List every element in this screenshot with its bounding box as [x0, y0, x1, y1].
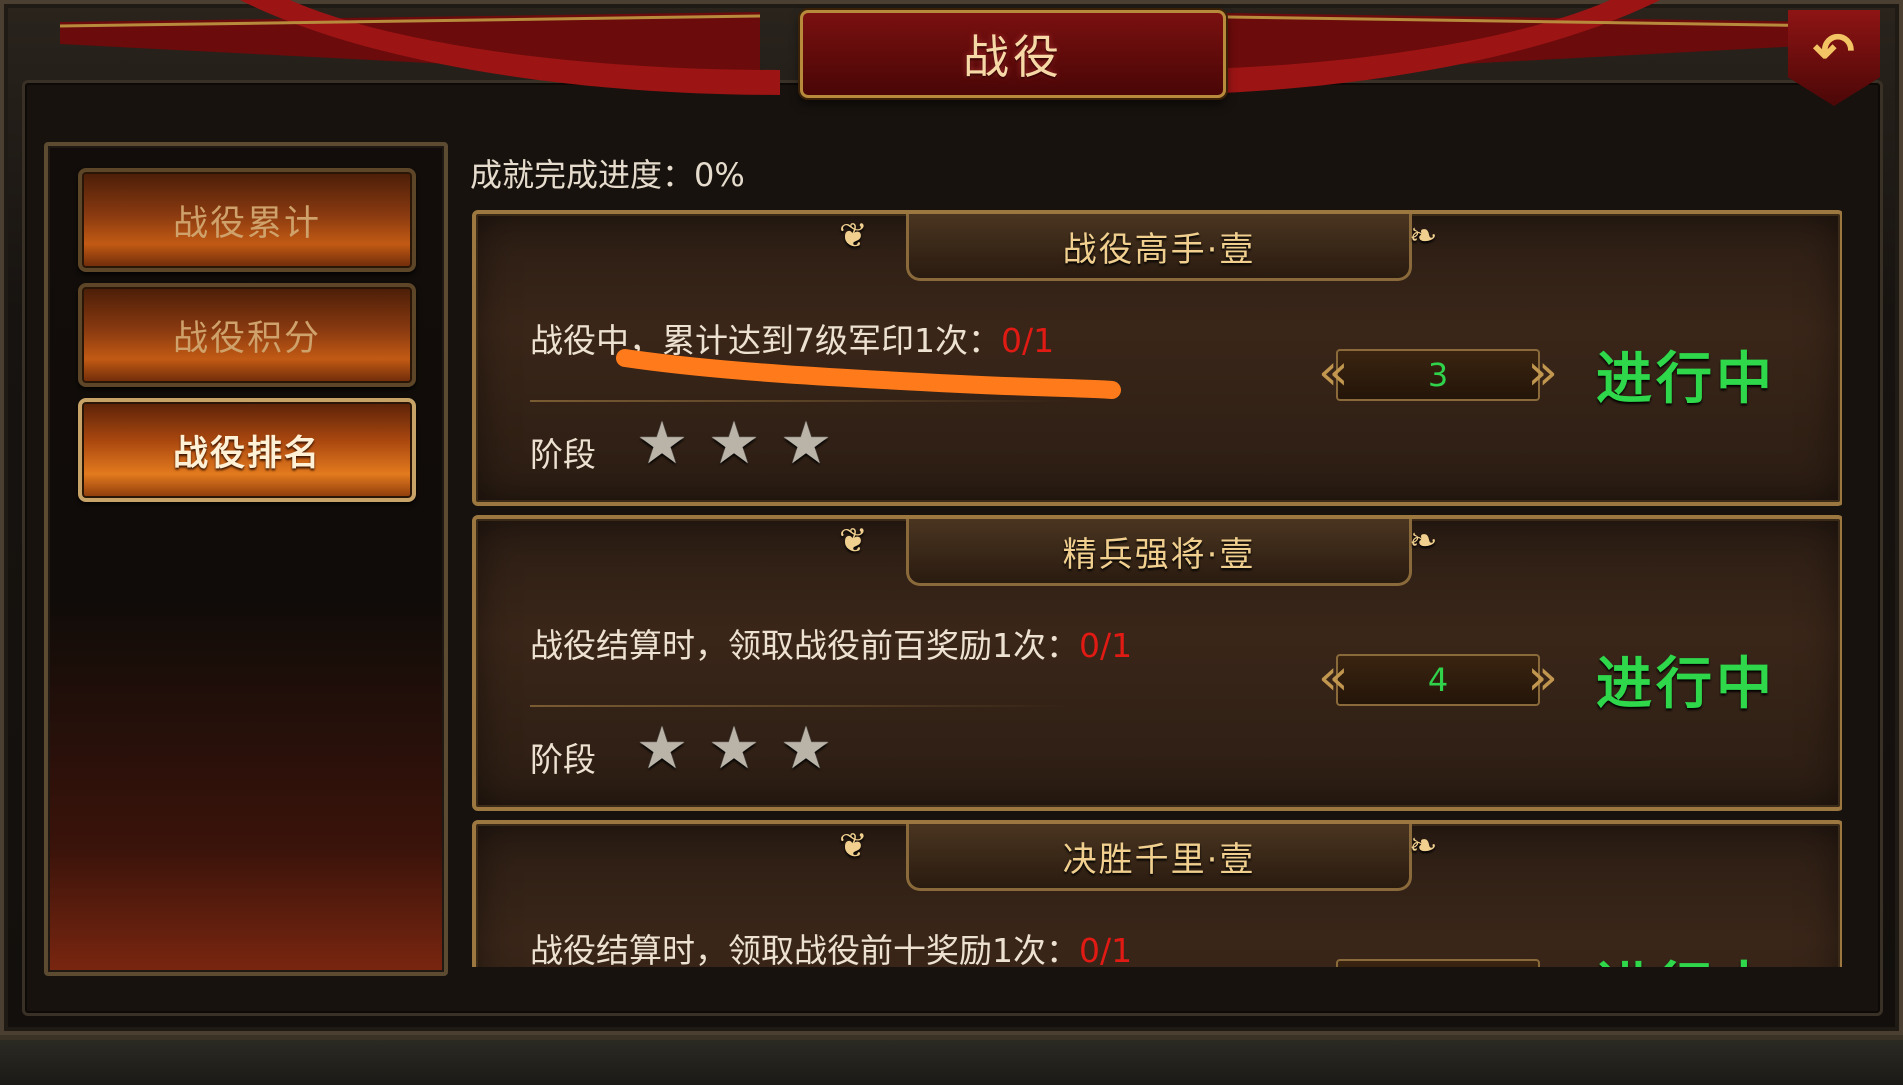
card-title: 精兵强将·壹 [1062, 534, 1256, 575]
achievement-card: ❦ 战役高手·壹 ❧ 战役中，累计达到7级军印1次：0/1 阶段 ★ ★ ★ «… [472, 210, 1842, 506]
level-number: 4 [1427, 661, 1449, 699]
achievement-list[interactable]: ❦ 战役高手·壹 ❧ 战役中，累计达到7级军印1次：0/1 阶段 ★ ★ ★ «… [470, 205, 1842, 967]
swirl-ornament-icon: ❦ [839, 216, 870, 256]
card-title-plate: ❦ 战役高手·壹 ❧ [839, 214, 1438, 281]
description-text: 战役中，累计达到7级军印1次： [530, 321, 1001, 360]
star-icon: ★ [636, 714, 688, 782]
chevron-left-icon: « [1318, 343, 1349, 401]
star-icon: ★ [708, 714, 760, 782]
stage-stars: ★ ★ ★ [636, 719, 832, 777]
swirl-ornament-icon: ❧ [1409, 216, 1440, 256]
back-arrow-icon: ↶ [1813, 23, 1855, 79]
status-label: 进行中 [1596, 347, 1776, 412]
swirl-ornament-icon: ❧ [1409, 826, 1440, 866]
swirl-ornament-icon: ❦ [839, 826, 870, 866]
progress-count: 0/1 [1079, 931, 1133, 967]
chevron-left-icon: « [1318, 953, 1349, 967]
card-description: 战役结算时，领取战役前十奖励1次：0/1 [530, 924, 1132, 967]
chevron-left-icon: « [1318, 648, 1349, 706]
swirl-ornament-icon: ❦ [839, 521, 870, 561]
chevron-right-icon: » [1527, 648, 1558, 706]
card-description: 战役结算时，领取战役前百奖励1次：0/1 [530, 619, 1132, 667]
card-title-plate: ❦ 精兵强将·壹 ❧ [839, 519, 1438, 586]
star-icon: ★ [636, 409, 688, 477]
star-icon: ★ [780, 409, 832, 477]
divider [530, 705, 1070, 707]
chevron-right-icon: » [1527, 953, 1558, 967]
achievement-card: ❦ 决胜千里·壹 ❧ 战役结算时，领取战役前十奖励1次：0/1 « 5 » 进行… [472, 820, 1842, 967]
bottom-strip [0, 1040, 1903, 1085]
sidebar-item-campaign-ranking[interactable]: 战役排名 [78, 398, 416, 502]
star-icon: ★ [780, 714, 832, 782]
progress-count: 0/1 [1001, 321, 1055, 360]
card-title: 战役高手·壹 [1062, 229, 1256, 270]
level-indicator: « 3 » [1318, 343, 1558, 401]
card-title-plate: ❦ 决胜千里·壹 ❧ [839, 824, 1438, 891]
stage-label: 阶段 [530, 435, 596, 474]
level-indicator: « 4 » [1318, 648, 1558, 706]
card-title: 决胜千里·壹 [1062, 839, 1256, 880]
level-indicator: « 5 » [1318, 953, 1558, 967]
star-icon: ★ [708, 409, 760, 477]
sidebar-item-label: 战役排名 [172, 433, 321, 474]
sidebar-item-campaign-total[interactable]: 战役累计 [78, 168, 416, 272]
game-scene: 战役 ↶ 战役累计 战役积分 战役排名 成就完成进度：0% ❦ 战役高手·壹 ❧… [0, 0, 1903, 1085]
level-number: 3 [1427, 356, 1449, 394]
card-description: 战役中，累计达到7级军印1次：0/1 [530, 314, 1054, 362]
header-ribbon: 战役 [60, 0, 1840, 112]
sidebar-item-campaign-points[interactable]: 战役积分 [78, 283, 416, 387]
sidebar: 战役累计 战役积分 战役排名 [44, 142, 448, 976]
stage-label: 阶段 [530, 740, 596, 779]
status-label: 进行中 [1596, 652, 1776, 717]
achievement-card: ❦ 精兵强将·壹 ❧ 战役结算时，领取战役前百奖励1次：0/1 阶段 ★ ★ ★… [472, 515, 1842, 811]
chevron-right-icon: » [1527, 343, 1558, 401]
description-text: 战役结算时，领取战役前百奖励1次： [530, 626, 1079, 665]
swirl-ornament-icon: ❧ [1409, 521, 1440, 561]
description-text: 战役结算时，领取战役前十奖励1次： [530, 931, 1079, 967]
title-plate: 战役 [800, 10, 1226, 98]
progress-count: 0/1 [1079, 626, 1133, 665]
sidebar-item-label: 战役积分 [172, 318, 321, 359]
stage-stars: ★ ★ ★ [636, 414, 832, 472]
achievement-progress: 成就完成进度：0% [470, 156, 745, 194]
status-label: 进行中 [1556, 944, 1816, 967]
level-number: 5 [1428, 966, 1448, 967]
divider [530, 400, 1070, 402]
sidebar-item-label: 战役累计 [172, 203, 321, 244]
page-title: 战役 [963, 30, 1063, 84]
